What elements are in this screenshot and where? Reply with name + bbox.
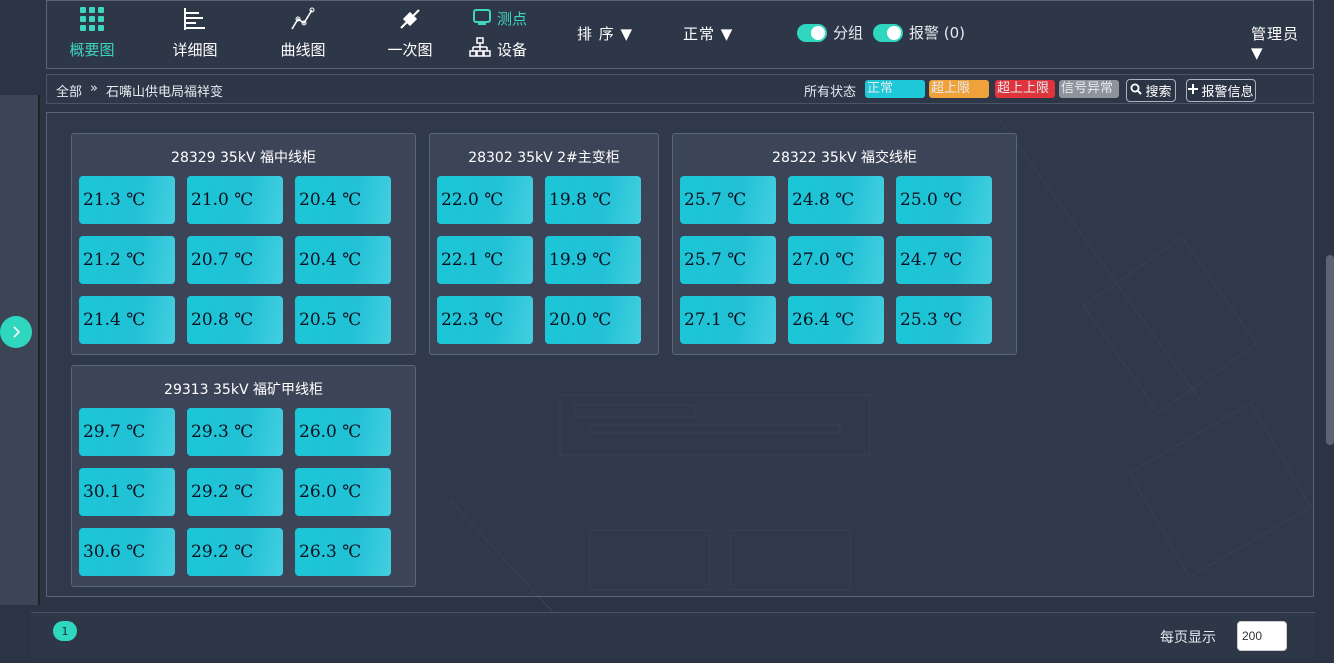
grid-icon — [47, 5, 137, 33]
status-chip-upper[interactable]: 超上限 — [929, 80, 989, 98]
cabinet-group-title: 28302 35kV 2#主变柜 — [468, 150, 620, 166]
top-navigation: 概要图 详细图 曲线图 一次图 测点 设备 排 序 ▼ 正常 ▼ 分组 报警 (… — [46, 0, 1314, 69]
cabinet-group: 29313 35kV 福矿甲线柜 29.7 ℃ 29.3 ℃ 26.0 ℃ 30.1 … — [71, 365, 416, 587]
cabinet-group: 28302 35kV 2#主变柜 22.0 ℃ 19.8 ℃ 22.1 ℃ 19.9 … — [429, 133, 659, 355]
monitor-icon — [473, 8, 491, 29]
temperature-tile[interactable]: 22.3 ℃ — [437, 296, 533, 344]
left-side-panel — [0, 95, 40, 605]
temperature-tile[interactable]: 20.4 ℃ — [295, 176, 391, 224]
pagination-footer: 1 每页显示 — [31, 612, 1315, 658]
temperature-tile[interactable]: 25.3 ℃ — [896, 296, 992, 344]
cabinet-group-title: 29313 35kV 福矿甲线柜 — [164, 382, 323, 398]
temperature-tile[interactable]: 29.2 ℃ — [187, 528, 283, 576]
view-point-option[interactable]: 测点 — [473, 8, 527, 29]
temperature-tile[interactable]: 20.5 ℃ — [295, 296, 391, 344]
search-button[interactable]: 搜索 — [1126, 79, 1176, 102]
search-icon — [1130, 83, 1143, 99]
breadcrumb-station[interactable]: 石嘴山供电局福祥变 — [106, 81, 223, 100]
temperature-tile[interactable]: 21.3 ℃ — [79, 176, 175, 224]
temperature-tile[interactable]: 29.2 ℃ — [187, 468, 283, 516]
temperature-tile[interactable]: 22.1 ℃ — [437, 236, 533, 284]
temperature-tile[interactable]: 22.0 ℃ — [437, 176, 533, 224]
temperature-tile[interactable]: 20.8 ℃ — [187, 296, 283, 344]
nav-overview[interactable]: 概要图 — [47, 5, 137, 60]
nav-primary-label: 一次图 — [387, 41, 433, 59]
alarm-switch[interactable] — [873, 23, 903, 42]
group-switch[interactable] — [797, 23, 827, 42]
right-scrollbar[interactable] — [1326, 255, 1334, 445]
cabinet-group: 28322 35kV 福交线柜 25.7 ℃ 24.8 ℃ 25.0 ℃ 25.7 ℃… — [672, 133, 1017, 355]
temperature-tile[interactable]: 20.7 ℃ — [187, 236, 283, 284]
breadcrumb-bar: 全部 » 石嘴山供电局福祥变 所有状态 正常 超上限 超上上限 信号异常 搜索 … — [46, 74, 1314, 104]
temperature-tile[interactable]: 25.7 ℃ — [680, 236, 776, 284]
temperature-tile[interactable]: 26.0 ℃ — [295, 408, 391, 456]
status-chip-normal[interactable]: 正常 — [865, 80, 925, 98]
network-tree-icon — [469, 37, 491, 61]
nav-overview-label: 概要图 — [69, 41, 115, 59]
cabinet-group: 28329 35kV 福中线柜 21.3 ℃ 21.0 ℃ 20.4 ℃ 21.2 ℃… — [71, 133, 416, 355]
alarm-toggle[interactable]: 报警 (0) — [873, 22, 965, 43]
nav-detail[interactable]: 详细图 — [150, 5, 240, 60]
temperature-tile[interactable]: 21.2 ℃ — [79, 236, 175, 284]
group-toggle-label: 分组 — [833, 24, 864, 42]
alarm-toggle-label: 报警 (0) — [909, 24, 966, 42]
status-chip-upper-upper[interactable]: 超上上限 — [995, 80, 1055, 98]
view-device-option[interactable]: 设备 — [469, 37, 527, 61]
line-chart-icon — [258, 5, 348, 33]
temperature-tile[interactable]: 26.0 ℃ — [295, 468, 391, 516]
temperature-tile[interactable]: 25.7 ℃ — [680, 176, 776, 224]
view-device-label: 设备 — [497, 40, 528, 59]
alarm-info-label: 报警信息 — [1201, 85, 1254, 100]
temperature-tile[interactable]: 19.9 ℃ — [545, 236, 641, 284]
temperature-tile[interactable]: 24.8 ℃ — [788, 176, 884, 224]
group-toggle[interactable]: 分组 — [797, 22, 863, 43]
user-menu[interactable]: 管理员 ▼ — [1251, 23, 1313, 62]
page-button[interactable]: 1 — [53, 621, 77, 641]
temperature-tile[interactable]: 29.7 ℃ — [79, 408, 175, 456]
temperature-tile[interactable]: 21.4 ℃ — [79, 296, 175, 344]
temperature-tile[interactable]: 25.0 ℃ — [896, 176, 992, 224]
chevron-right-icon — [13, 326, 21, 338]
temperature-tile[interactable]: 30.1 ℃ — [79, 468, 175, 516]
breadcrumb-separator: » — [90, 81, 98, 96]
sort-dropdown[interactable]: 排 序 ▼ — [577, 23, 633, 44]
expand-sidebar-button[interactable] — [0, 316, 32, 348]
temperature-tile[interactable]: 20.0 ℃ — [545, 296, 641, 344]
cabinet-group-title: 28329 35kV 福中线柜 — [171, 150, 316, 166]
per-page-input[interactable] — [1237, 621, 1287, 651]
temperature-tile[interactable]: 27.0 ℃ — [788, 236, 884, 284]
main-content: 28329 35kV 福中线柜 21.3 ℃ 21.0 ℃ 20.4 ℃ 21.2 ℃… — [46, 112, 1314, 597]
per-page-label: 每页显示 — [1160, 630, 1216, 646]
temperature-tile[interactable]: 24.7 ℃ — [896, 236, 992, 284]
temperature-tile[interactable]: 29.3 ℃ — [187, 408, 283, 456]
temperature-tile[interactable]: 30.6 ℃ — [79, 528, 175, 576]
plus-icon — [1188, 83, 1199, 98]
temperature-tile[interactable]: 20.4 ℃ — [295, 236, 391, 284]
temperature-tile[interactable]: 19.8 ℃ — [545, 176, 641, 224]
nav-curve[interactable]: 曲线图 — [258, 5, 348, 60]
cabinet-group-title: 28322 35kV 福交线柜 — [772, 150, 917, 166]
temperature-tile[interactable]: 21.0 ℃ — [187, 176, 283, 224]
breadcrumb-root[interactable]: 全部 — [56, 81, 82, 100]
nav-detail-label: 详细图 — [172, 41, 218, 59]
nav-curve-label: 曲线图 — [280, 41, 326, 59]
bar-list-icon — [150, 5, 240, 33]
status-chip-signal-error[interactable]: 信号异常 — [1059, 80, 1119, 98]
view-point-label: 测点 — [497, 10, 528, 28]
temperature-tile[interactable]: 26.4 ℃ — [788, 296, 884, 344]
search-button-label: 搜索 — [1145, 85, 1172, 100]
alarm-info-button[interactable]: 报警信息 — [1186, 79, 1256, 102]
state-filter-dropdown[interactable]: 正常 ▼ — [683, 23, 733, 44]
temperature-tile[interactable]: 26.3 ℃ — [295, 528, 391, 576]
breadcrumb: 全部 » 石嘴山供电局福祥变 — [56, 81, 223, 100]
nav-primary[interactable]: 一次图 — [365, 5, 455, 60]
plug-icon — [365, 5, 455, 33]
temperature-tile[interactable]: 27.1 ℃ — [680, 296, 776, 344]
status-filter-label: 所有状态 — [804, 85, 857, 100]
